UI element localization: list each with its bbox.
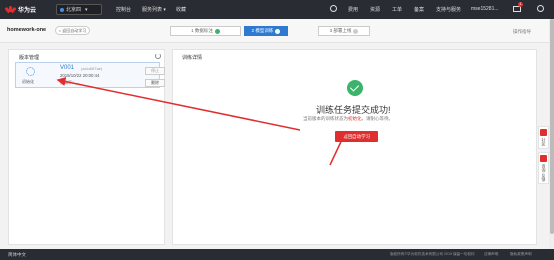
project-title: homework-one — [7, 27, 47, 33]
legal-link[interactable]: 法律声明 — [484, 252, 498, 257]
return-to-auto-learning-button[interactable]: 返回自动学习 — [335, 131, 378, 142]
huawei-logo-icon — [4, 5, 17, 14]
status-prefix: 当前版本的训练状态为 — [303, 116, 348, 121]
nav-tickets[interactable]: 工单 — [392, 6, 402, 13]
footer: 简体中文 版权所有©华为软件技术有限公司 2019 保留一切权利 法律声明 隐私… — [0, 249, 554, 260]
feedback-icon — [540, 155, 547, 162]
nav-resources[interactable]: 资源 — [370, 6, 380, 13]
training-details-panel: 训练详情 训练任务提交成功! 当前版本的训练状态为初始化，请耐心等待。 返回自动… — [172, 49, 537, 245]
community-button[interactable]: 社区 — [538, 126, 549, 149]
feedback-button[interactable]: 咨询·反馈 — [538, 152, 549, 185]
region-label: 北京四 — [66, 7, 82, 13]
success-check-icon — [347, 80, 363, 96]
delete-button[interactable]: 删除 — [145, 79, 165, 87]
back-to-auto-learning-button[interactable]: < 返回自动学习 — [55, 26, 90, 35]
version-management-panel: 版本管理 初始化 V001 (a4cd0f7ae) 2019/10/22 20:… — [8, 49, 165, 245]
community-icon — [540, 129, 547, 136]
pending-icon — [353, 28, 359, 34]
community-label: 社区 — [541, 138, 547, 146]
search-icon[interactable] — [330, 5, 337, 12]
workflow-header: homework-one < 返回自动学习 1 数据标注 2 模型训练 3 部署… — [0, 19, 554, 43]
step-deploy[interactable]: 3 部署上线 — [318, 26, 370, 36]
success-message: 训练任务提交成功! — [316, 105, 391, 115]
side-float-bar: 社区 咨询·反馈 — [538, 126, 549, 185]
copyright-text: 版权所有©华为软件技术有限公司 2019 保留一切权利 — [390, 252, 475, 256]
step-data-labeling[interactable]: 1 数据标注 — [170, 26, 241, 36]
operation-guide-link[interactable]: 操作指导 — [513, 29, 531, 35]
step-label: 1 数据标注 — [191, 28, 213, 33]
version-name: V001 — [60, 65, 75, 71]
location-pin-icon — [60, 7, 64, 12]
scrollbar-thumb[interactable] — [549, 19, 554, 234]
in-progress-icon — [275, 28, 281, 34]
nav-service-list[interactable]: 服务列表 ▾ — [142, 6, 166, 13]
nav-filing[interactable]: 备案 — [414, 6, 424, 13]
chevron-down-icon: ▾ — [85, 6, 88, 13]
version-id: (a4cd0f7ae) — [81, 66, 103, 71]
version-created-time: 2019/10/22 20:00:44 — [60, 73, 100, 78]
loading-spinner-icon — [26, 67, 35, 76]
top-navigation-bar: 华为云 北京四 ▾ 控制台 服务列表 ▾ 收藏 费用 资源 工单 备案 支持与服… — [0, 0, 554, 19]
logo-text: 华为云 — [18, 8, 37, 14]
feedback-label: 咨询·反馈 — [541, 164, 547, 182]
stop-button[interactable]: 停止 — [145, 67, 165, 75]
nav-billing[interactable]: 费用 — [348, 6, 358, 13]
status-value: 初始化 — [348, 116, 362, 121]
version-status: 初始化 — [22, 79, 34, 84]
region-selector[interactable]: 北京四 ▾ — [56, 4, 102, 15]
user-avatar-icon[interactable] — [537, 5, 544, 12]
status-suffix: ，请耐心等待。 — [361, 116, 394, 121]
nav-console[interactable]: 控制台 — [116, 6, 131, 13]
step-label: 2 模型训练 — [251, 28, 274, 33]
step-model-training[interactable]: 2 模型训练 — [244, 26, 288, 36]
nav-favorites[interactable]: 收藏 — [176, 6, 186, 13]
version-accuracy: 准确率：-- — [60, 80, 79, 85]
step-label: 3 部署上线 — [329, 28, 352, 33]
page-scrollbar[interactable] — [549, 19, 554, 249]
nav-support[interactable]: 支持与服务 — [436, 6, 461, 13]
panel-title: 训练详情 — [182, 55, 203, 61]
panel-title: 版本管理 — [19, 55, 40, 61]
huawei-cloud-logo[interactable]: 华为云 — [4, 5, 37, 14]
version-card[interactable]: 初始化 V001 (a4cd0f7ae) 2019/10/22 20:00:44… — [15, 62, 165, 88]
notification-badge: 1 — [518, 2, 523, 7]
username[interactable]: mse15281... — [471, 6, 499, 12]
check-icon — [214, 28, 220, 34]
language-selector[interactable]: 简体中文 — [8, 252, 26, 258]
training-status-text: 当前版本的训练状态为初始化，请耐心等待。 — [303, 116, 393, 122]
privacy-link[interactable]: 隐私政策声明 — [510, 252, 532, 257]
refresh-icon[interactable] — [155, 53, 161, 59]
